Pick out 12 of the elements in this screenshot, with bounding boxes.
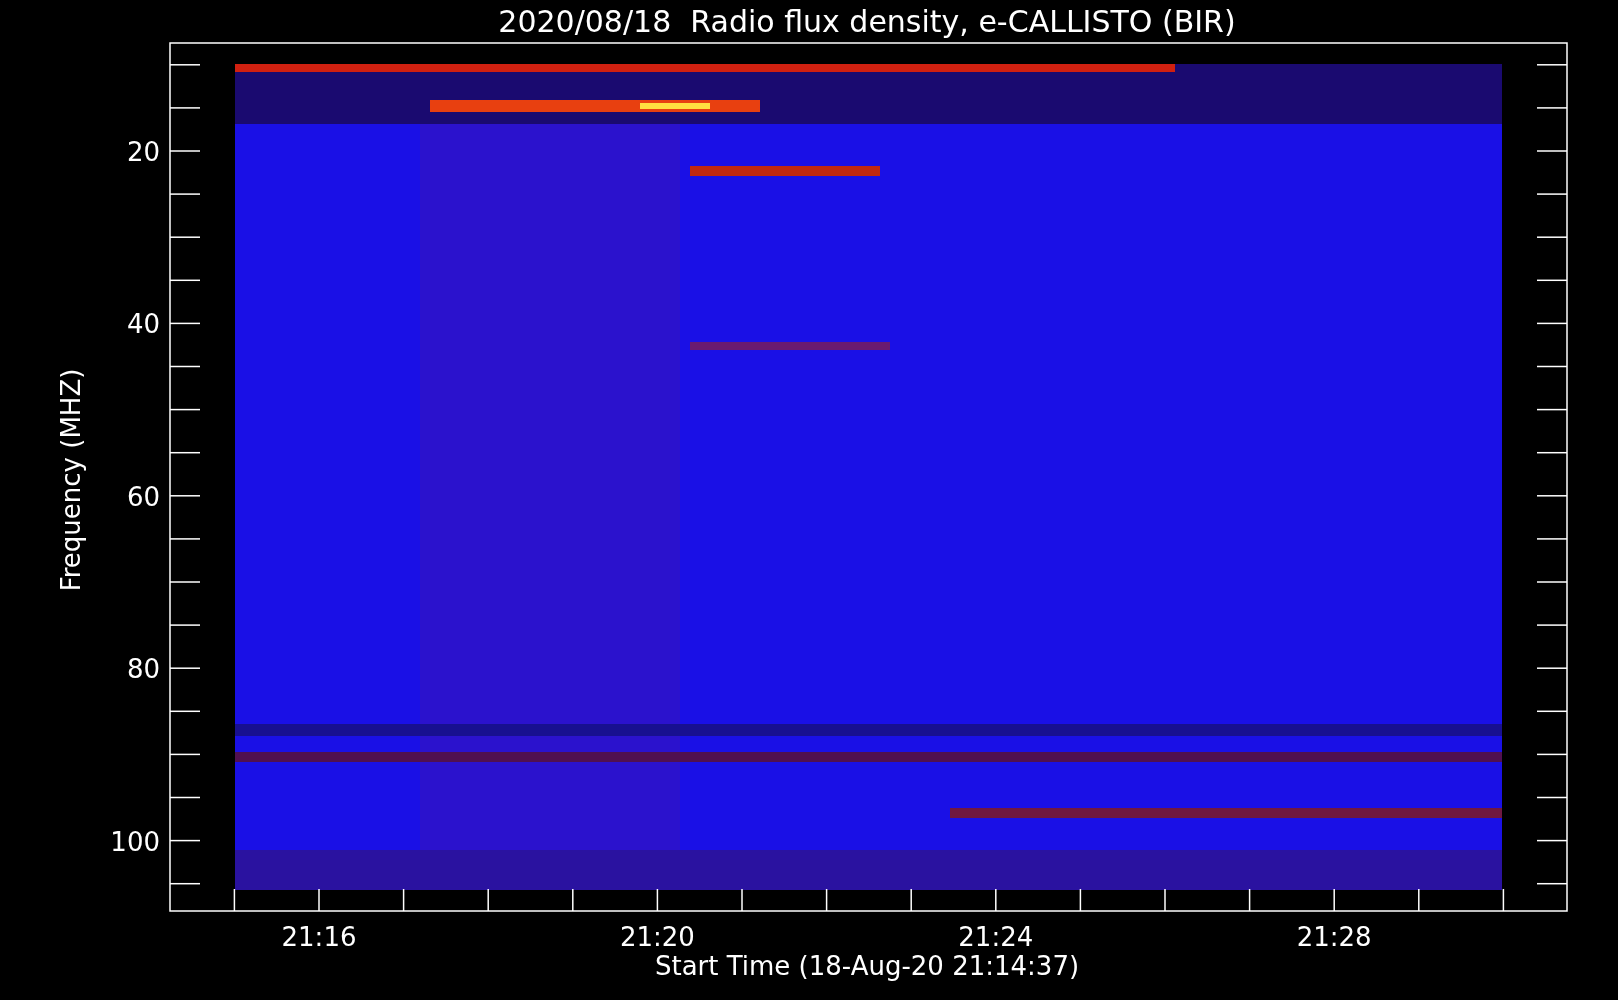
tick-label: 21:16: [281, 922, 357, 952]
axis-title: Frequency (MHZ): [56, 368, 86, 592]
tick-label: 21:28: [1296, 922, 1372, 952]
tick-label: 40: [126, 309, 160, 340]
tick-label: 21:20: [619, 922, 695, 952]
tick-label: 20: [126, 137, 160, 167]
tick-label: 21:24: [958, 922, 1034, 952]
axis-title: Start Time (18-Aug-20 21:14:37): [654, 951, 1080, 981]
tick-label: 80: [126, 654, 160, 685]
chart-title: 2020/08/18 Radio flux density, e-CALLISTO (BIR): [498, 4, 1236, 39]
tick-label: 100: [110, 826, 160, 857]
tick-label: 60: [126, 481, 160, 512]
